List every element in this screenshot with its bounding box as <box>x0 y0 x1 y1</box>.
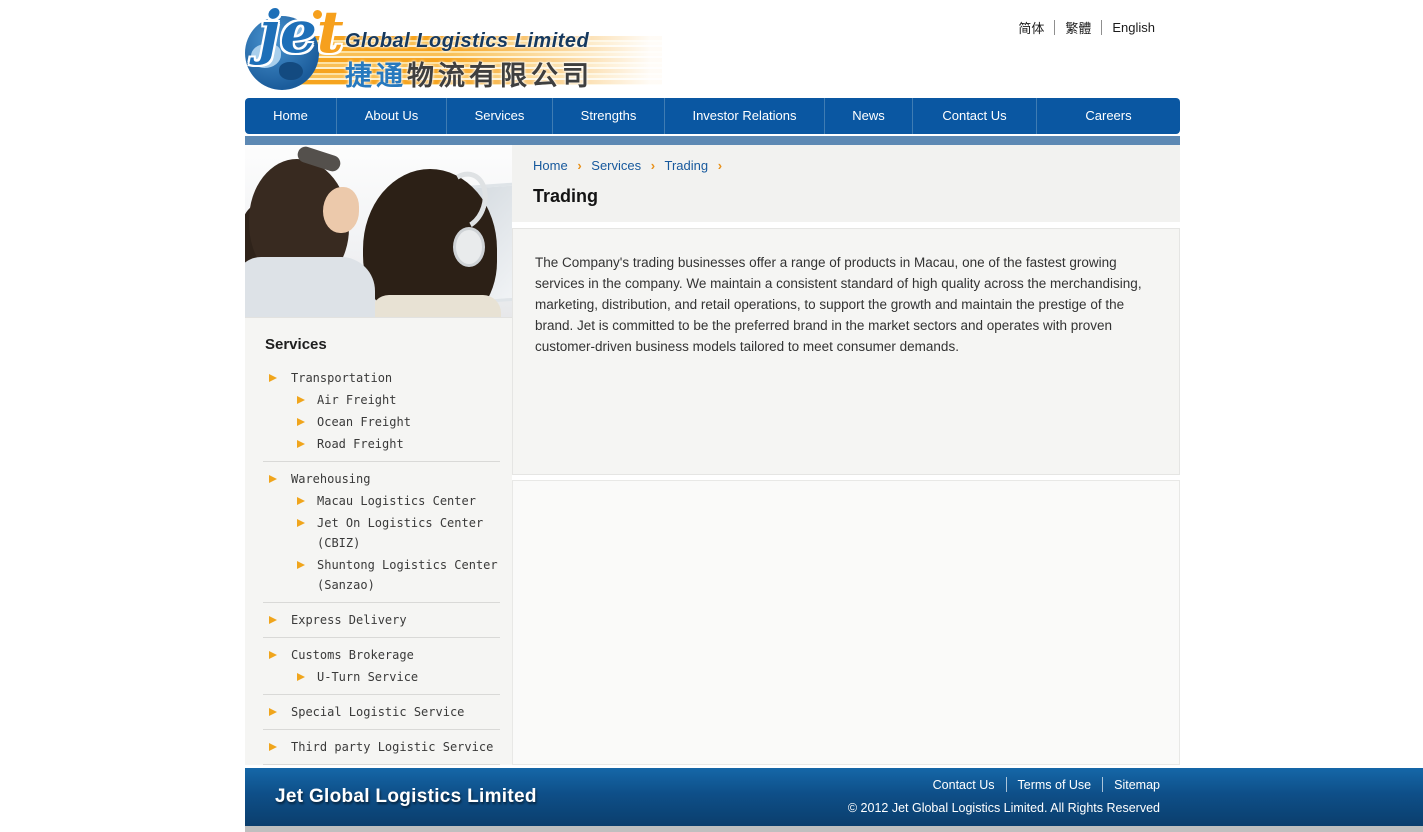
sidebar-item-shuntong-logistics-center-sanzao[interactable]: Shuntong Logistics Center (Sanzao) <box>263 555 500 595</box>
nav-item-strengths[interactable]: Strengths <box>553 98 665 134</box>
menu-group-transportation: Transportation Air Freight Ocean Freight… <box>263 363 500 462</box>
services-menu: Services Transportation Air Freight Ocea… <box>245 318 512 832</box>
nav-item-contact-us[interactable]: Contact Us <box>913 98 1037 134</box>
body-paragraph: The Company's trading businesses offer a… <box>535 252 1157 357</box>
nav-item-services[interactable]: Services <box>447 98 553 134</box>
arrow-icon <box>269 616 277 624</box>
sidebar-item-customs-brokerage[interactable]: Customs Brokerage <box>263 645 500 665</box>
page-container: jet Global Logistics Limited 捷通物流有限公司 简体… <box>245 0 1180 146</box>
arrow-icon <box>269 475 277 483</box>
content-panel: The Company's trading businesses offer a… <box>512 228 1180 475</box>
footer-link-sitemap[interactable]: Sitemap <box>1103 778 1160 792</box>
arrow-icon <box>297 519 305 527</box>
menu-group-special-logistic-service: Special Logistic Service <box>263 697 500 730</box>
sidebar-item-transportation[interactable]: Transportation <box>263 368 500 388</box>
arrow-icon <box>297 497 305 505</box>
arrow-icon <box>297 396 305 404</box>
breadcrumb-separator: › <box>651 158 655 173</box>
header: jet Global Logistics Limited 捷通物流有限公司 简体… <box>245 0 1180 98</box>
title-panel: Home › Services › Trading › Trading <box>512 145 1180 222</box>
sidebar-item-u-turn-service[interactable]: U-Turn Service <box>263 667 500 687</box>
nav-item-news[interactable]: News <box>825 98 913 134</box>
sidebar-item-macau-logistics-center[interactable]: Macau Logistics Center <box>263 491 500 511</box>
logo-text: Global Logistics Limited 捷通物流有限公司 <box>345 30 593 93</box>
sidebar-item-warehousing[interactable]: Warehousing <box>263 469 500 489</box>
breadcrumb-link-home[interactable]: Home <box>533 158 568 173</box>
footer-links: Contact Us Terms of Use Sitemap <box>848 777 1160 792</box>
footer-link-contact-us[interactable]: Contact Us <box>922 778 1006 792</box>
sidebar-item-third-party-logistic-service[interactable]: Third party Logistic Service <box>263 737 500 757</box>
footer-right: Contact Us Terms of Use Sitemap © 2012 J… <box>848 777 1160 815</box>
arrow-icon <box>297 561 305 569</box>
arrow-icon <box>269 708 277 716</box>
nav-item-home[interactable]: Home <box>245 98 337 134</box>
logo-orange-dot <box>311 8 324 21</box>
footer-link-terms-of-use[interactable]: Terms of Use <box>1007 778 1103 792</box>
breadcrumb: Home › Services › Trading › <box>533 158 1160 173</box>
footer: Jet Global Logistics Limited Contact Us … <box>245 768 1423 826</box>
arrow-icon <box>297 418 305 426</box>
arrow-icon <box>269 651 277 659</box>
footer-company-name: Jet Global Logistics Limited <box>275 786 537 808</box>
sidebar-item-jet-on-logistics-center-cbiz[interactable]: Jet On Logistics Center (CBIZ) <box>263 513 500 553</box>
arrow-icon <box>297 673 305 681</box>
logo-company-name-zh: 捷通物流有限公司 <box>345 54 593 93</box>
headset-earcup-shape <box>453 227 485 267</box>
page-title: Trading <box>533 186 1160 207</box>
main-content: Home › Services › Trading › Trading The … <box>512 145 1180 765</box>
lang-link-simplified-chinese[interactable]: 简体 <box>1008 18 1054 37</box>
language-switcher: 简体 繁體 English <box>1008 18 1165 37</box>
sidebar-item-express-delivery[interactable]: Express Delivery <box>263 610 500 630</box>
arrow-icon <box>297 440 305 448</box>
sidebar-title: Services <box>265 336 500 353</box>
breadcrumb-link-services[interactable]: Services <box>591 158 641 173</box>
nav-item-about-us[interactable]: About Us <box>337 98 447 134</box>
logo-company-name-en: Global Logistics Limited <box>345 30 593 53</box>
nav-item-careers[interactable]: Careers <box>1037 98 1180 134</box>
arrow-icon <box>269 374 277 382</box>
sidebar-item-air-freight[interactable]: Air Freight <box>263 390 500 410</box>
menu-group-express-delivery: Express Delivery <box>263 605 500 638</box>
company-logo[interactable]: jet Global Logistics Limited 捷通物流有限公司 <box>245 8 675 92</box>
menu-group-customs-brokerage: Customs Brokerage U-Turn Service <box>263 640 500 695</box>
footer-copyright: © 2012 Jet Global Logistics Limited. All… <box>848 801 1160 815</box>
sidebar-item-road-freight[interactable]: Road Freight <box>263 434 500 454</box>
arrow-icon <box>269 743 277 751</box>
breadcrumb-separator: › <box>577 158 581 173</box>
sidebar-item-special-logistic-service[interactable]: Special Logistic Service <box>263 702 500 722</box>
breadcrumb-separator: › <box>718 158 722 173</box>
lang-link-traditional-chinese[interactable]: 繁體 <box>1055 18 1101 37</box>
main-navigation: Home About Us Services Strengths Investo… <box>245 98 1180 134</box>
nav-item-investor-relations[interactable]: Investor Relations <box>665 98 825 134</box>
menu-group-warehousing: Warehousing Macau Logistics Center Jet O… <box>263 464 500 603</box>
sidebar-item-ocean-freight[interactable]: Ocean Freight <box>263 412 500 432</box>
bottom-strip <box>245 826 1423 832</box>
content-empty-panel <box>512 480 1180 765</box>
lang-link-english[interactable]: English <box>1102 20 1165 35</box>
sidebar: Services Transportation Air Freight Ocea… <box>245 145 512 765</box>
call-center-photo <box>245 145 512 318</box>
menu-group-third-party-logistic-service: Third party Logistic Service <box>263 732 500 765</box>
logo-jet-wordmark: jet <box>259 0 344 66</box>
breadcrumb-link-trading[interactable]: Trading <box>665 158 709 173</box>
